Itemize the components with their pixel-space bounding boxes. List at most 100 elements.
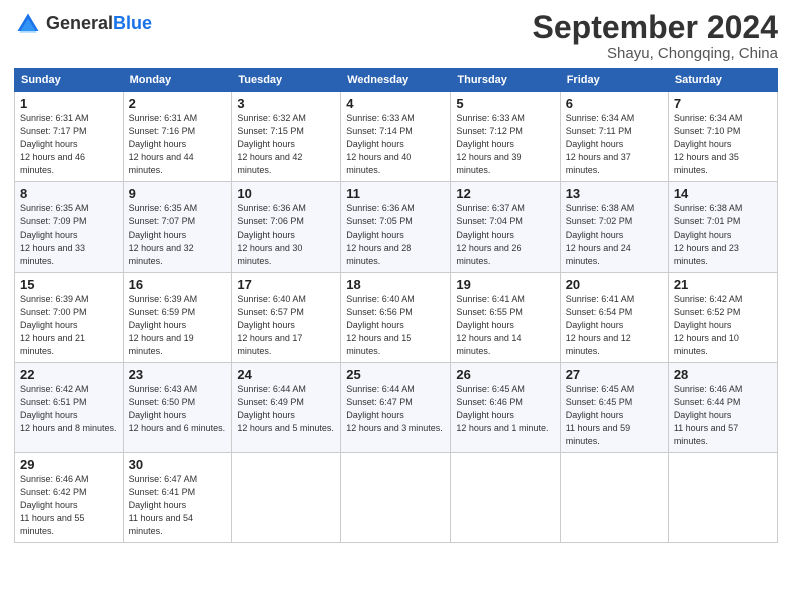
col-friday: Friday [560, 69, 668, 92]
header: GeneralBlue September 2024 Shayu, Chongq… [14, 10, 778, 62]
day-number: 15 [20, 277, 118, 292]
logo: GeneralBlue [14, 10, 152, 38]
day-info: Sunrise: 6:39 AMSunset: 7:00 PMDaylight … [20, 293, 118, 358]
day-info: Sunrise: 6:45 AMSunset: 6:45 PMDaylight … [566, 383, 663, 448]
table-row: 29Sunrise: 6:46 AMSunset: 6:42 PMDayligh… [15, 453, 124, 543]
month-title: September 2024 [533, 10, 778, 45]
day-number: 25 [346, 367, 445, 382]
day-number: 10 [237, 186, 335, 201]
table-row: 14Sunrise: 6:38 AMSunset: 7:01 PMDayligh… [668, 182, 777, 272]
day-info: Sunrise: 6:38 AMSunset: 7:01 PMDaylight … [674, 202, 772, 267]
calendar-week-row: 29Sunrise: 6:46 AMSunset: 6:42 PMDayligh… [15, 453, 778, 543]
day-info: Sunrise: 6:44 AMSunset: 6:47 PMDaylight … [346, 383, 445, 435]
table-row: 24Sunrise: 6:44 AMSunset: 6:49 PMDayligh… [232, 362, 341, 452]
title-block: September 2024 Shayu, Chongqing, China [533, 10, 778, 62]
table-row: 12Sunrise: 6:37 AMSunset: 7:04 PMDayligh… [451, 182, 560, 272]
table-row: 9Sunrise: 6:35 AMSunset: 7:07 PMDaylight… [123, 182, 232, 272]
day-number: 12 [456, 186, 554, 201]
table-row [451, 453, 560, 543]
logo-icon [14, 10, 42, 38]
calendar-week-row: 8Sunrise: 6:35 AMSunset: 7:09 PMDaylight… [15, 182, 778, 272]
table-row: 16Sunrise: 6:39 AMSunset: 6:59 PMDayligh… [123, 272, 232, 362]
table-row: 13Sunrise: 6:38 AMSunset: 7:02 PMDayligh… [560, 182, 668, 272]
day-info: Sunrise: 6:46 AMSunset: 6:44 PMDaylight … [674, 383, 772, 448]
day-info: Sunrise: 6:40 AMSunset: 6:57 PMDaylight … [237, 293, 335, 358]
day-number: 18 [346, 277, 445, 292]
day-info: Sunrise: 6:40 AMSunset: 6:56 PMDaylight … [346, 293, 445, 358]
col-monday: Monday [123, 69, 232, 92]
calendar-table: Sunday Monday Tuesday Wednesday Thursday… [14, 68, 778, 543]
col-tuesday: Tuesday [232, 69, 341, 92]
table-row: 22Sunrise: 6:42 AMSunset: 6:51 PMDayligh… [15, 362, 124, 452]
day-info: Sunrise: 6:31 AMSunset: 7:17 PMDaylight … [20, 112, 118, 177]
day-number: 20 [566, 277, 663, 292]
day-info: Sunrise: 6:33 AMSunset: 7:12 PMDaylight … [456, 112, 554, 177]
calendar-week-row: 22Sunrise: 6:42 AMSunset: 6:51 PMDayligh… [15, 362, 778, 452]
table-row: 2Sunrise: 6:31 AMSunset: 7:16 PMDaylight… [123, 92, 232, 182]
table-row [668, 453, 777, 543]
day-info: Sunrise: 6:34 AMSunset: 7:10 PMDaylight … [674, 112, 772, 177]
col-saturday: Saturday [668, 69, 777, 92]
day-number: 17 [237, 277, 335, 292]
day-number: 2 [129, 96, 227, 111]
col-wednesday: Wednesday [341, 69, 451, 92]
day-info: Sunrise: 6:36 AMSunset: 7:05 PMDaylight … [346, 202, 445, 267]
table-row: 3Sunrise: 6:32 AMSunset: 7:15 PMDaylight… [232, 92, 341, 182]
table-row: 26Sunrise: 6:45 AMSunset: 6:46 PMDayligh… [451, 362, 560, 452]
table-row: 10Sunrise: 6:36 AMSunset: 7:06 PMDayligh… [232, 182, 341, 272]
table-row: 5Sunrise: 6:33 AMSunset: 7:12 PMDaylight… [451, 92, 560, 182]
table-row: 18Sunrise: 6:40 AMSunset: 6:56 PMDayligh… [341, 272, 451, 362]
table-row: 4Sunrise: 6:33 AMSunset: 7:14 PMDaylight… [341, 92, 451, 182]
day-info: Sunrise: 6:47 AMSunset: 6:41 PMDaylight … [129, 473, 227, 538]
table-row: 19Sunrise: 6:41 AMSunset: 6:55 PMDayligh… [451, 272, 560, 362]
day-number: 6 [566, 96, 663, 111]
table-row: 7Sunrise: 6:34 AMSunset: 7:10 PMDaylight… [668, 92, 777, 182]
day-info: Sunrise: 6:46 AMSunset: 6:42 PMDaylight … [20, 473, 118, 538]
day-number: 7 [674, 96, 772, 111]
day-number: 14 [674, 186, 772, 201]
day-number: 11 [346, 186, 445, 201]
day-number: 9 [129, 186, 227, 201]
day-number: 22 [20, 367, 118, 382]
table-row: 1Sunrise: 6:31 AMSunset: 7:17 PMDaylight… [15, 92, 124, 182]
day-info: Sunrise: 6:37 AMSunset: 7:04 PMDaylight … [456, 202, 554, 267]
day-number: 4 [346, 96, 445, 111]
logo-blue-text: Blue [113, 13, 152, 33]
table-row: 15Sunrise: 6:39 AMSunset: 7:00 PMDayligh… [15, 272, 124, 362]
day-info: Sunrise: 6:43 AMSunset: 6:50 PMDaylight … [129, 383, 227, 435]
table-row [232, 453, 341, 543]
day-number: 28 [674, 367, 772, 382]
day-number: 5 [456, 96, 554, 111]
table-row: 28Sunrise: 6:46 AMSunset: 6:44 PMDayligh… [668, 362, 777, 452]
day-number: 26 [456, 367, 554, 382]
table-row: 8Sunrise: 6:35 AMSunset: 7:09 PMDaylight… [15, 182, 124, 272]
day-info: Sunrise: 6:42 AMSunset: 6:51 PMDaylight … [20, 383, 118, 435]
day-info: Sunrise: 6:35 AMSunset: 7:07 PMDaylight … [129, 202, 227, 267]
day-info: Sunrise: 6:42 AMSunset: 6:52 PMDaylight … [674, 293, 772, 358]
day-info: Sunrise: 6:36 AMSunset: 7:06 PMDaylight … [237, 202, 335, 267]
day-number: 8 [20, 186, 118, 201]
day-number: 30 [129, 457, 227, 472]
day-info: Sunrise: 6:39 AMSunset: 6:59 PMDaylight … [129, 293, 227, 358]
day-number: 1 [20, 96, 118, 111]
table-row [341, 453, 451, 543]
page-container: GeneralBlue September 2024 Shayu, Chongq… [0, 0, 792, 553]
table-row: 21Sunrise: 6:42 AMSunset: 6:52 PMDayligh… [668, 272, 777, 362]
day-number: 19 [456, 277, 554, 292]
calendar-header-row: Sunday Monday Tuesday Wednesday Thursday… [15, 69, 778, 92]
table-row: 6Sunrise: 6:34 AMSunset: 7:11 PMDaylight… [560, 92, 668, 182]
day-number: 16 [129, 277, 227, 292]
day-info: Sunrise: 6:38 AMSunset: 7:02 PMDaylight … [566, 202, 663, 267]
table-row: 20Sunrise: 6:41 AMSunset: 6:54 PMDayligh… [560, 272, 668, 362]
day-number: 13 [566, 186, 663, 201]
day-number: 21 [674, 277, 772, 292]
logo-general-text: General [46, 13, 113, 33]
table-row: 30Sunrise: 6:47 AMSunset: 6:41 PMDayligh… [123, 453, 232, 543]
table-row: 27Sunrise: 6:45 AMSunset: 6:45 PMDayligh… [560, 362, 668, 452]
day-info: Sunrise: 6:32 AMSunset: 7:15 PMDaylight … [237, 112, 335, 177]
day-number: 23 [129, 367, 227, 382]
calendar-week-row: 1Sunrise: 6:31 AMSunset: 7:17 PMDaylight… [15, 92, 778, 182]
day-info: Sunrise: 6:45 AMSunset: 6:46 PMDaylight … [456, 383, 554, 435]
calendar-week-row: 15Sunrise: 6:39 AMSunset: 7:00 PMDayligh… [15, 272, 778, 362]
day-info: Sunrise: 6:33 AMSunset: 7:14 PMDaylight … [346, 112, 445, 177]
